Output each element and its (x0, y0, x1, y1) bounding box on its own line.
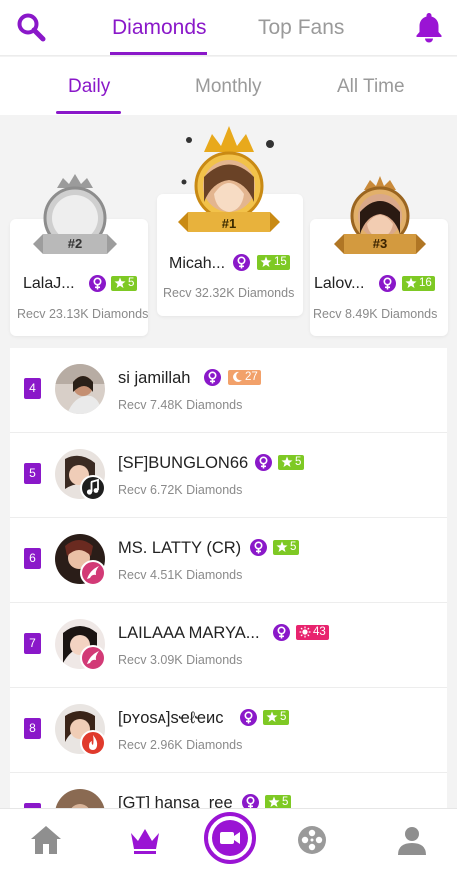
video-camera-icon (212, 820, 248, 856)
active-period-indicator (56, 111, 121, 114)
user-name: MS. LATTY (CR) (118, 539, 242, 557)
tab-daily[interactable]: Daily (68, 76, 110, 98)
list-item[interactable]: 5 [SF]BUNGLON66 5 Recv 6.72K Diamonds (10, 433, 447, 518)
silver-frame-rank-2: #2 (25, 168, 125, 260)
level-badge: 5 (263, 710, 290, 728)
star-icon (114, 277, 126, 294)
recv-text: Recv 2.96K Diamonds (118, 738, 243, 752)
list-item[interactable]: 4 si jamillah 27 Recv 7.48K Diamonds (10, 348, 447, 433)
star-icon (260, 256, 272, 273)
bronze-frame-rank-3: #3 (330, 172, 430, 260)
female-icon (379, 275, 396, 292)
female-icon (89, 275, 106, 292)
list-item[interactable]: 6 MS. LATTY (CR) 5 Recv 4.51K Diamonds (10, 518, 447, 603)
sun-icon (299, 626, 311, 643)
recv-text: Recv 7.48K Diamonds (118, 398, 243, 412)
recv-text: Recv 4.51K Diamonds (118, 568, 243, 582)
film-reel-icon[interactable] (295, 823, 329, 857)
user-name: [ᴅʏᴏsᴀ]sҽℓҽиϲ (118, 709, 224, 727)
level-badge: 16 (402, 276, 435, 291)
list-item[interactable]: 8 [ᴅʏᴏsᴀ]sҽℓҽиϲ 5 Recv 2.96K Diamonds (10, 688, 447, 773)
level-badge: 5 (111, 276, 138, 294)
level-badge: 27 (228, 370, 261, 385)
rank-number: 6 (24, 548, 41, 569)
star-icon (266, 711, 278, 728)
bottom-nav (0, 808, 457, 870)
tab-diamonds[interactable]: Diamonds (112, 16, 207, 40)
go-live-button[interactable] (204, 812, 256, 864)
female-icon (233, 254, 250, 271)
rank-number: 4 (24, 378, 41, 399)
user-name: LAILAAA MARYA... (118, 624, 260, 642)
level-badge: 43 (296, 625, 329, 640)
tab-all-time[interactable]: All Time (337, 76, 405, 98)
level-badge: 5 (273, 540, 300, 558)
podium-name: Micah... (169, 255, 226, 272)
music-note-icon (80, 475, 106, 501)
moon-icon (231, 371, 243, 388)
period-tabs: Daily Monthly All Time (0, 57, 457, 115)
star-icon (281, 456, 293, 473)
star-icon (276, 541, 288, 558)
recv-text: Recv 3.09K Diamonds (118, 653, 243, 667)
person-icon[interactable] (395, 823, 429, 857)
female-icon (250, 539, 267, 556)
female-icon (255, 454, 272, 471)
rank-number: 7 (24, 633, 41, 654)
user-name: [SF]BUNGLON66 (118, 454, 249, 472)
level-badge: 15 (257, 255, 290, 270)
tab-top-fans[interactable]: Top Fans (258, 16, 344, 40)
female-icon (240, 709, 257, 726)
user-name: si jamillah (118, 369, 191, 387)
rank-3-label: #3 (372, 236, 388, 251)
female-icon (204, 369, 221, 386)
female-icon (273, 624, 290, 641)
recv-text: Recv 6.72K Diamonds (118, 483, 243, 497)
top-bar: Diamonds Top Fans (0, 0, 457, 56)
active-tab-indicator (110, 52, 207, 55)
star-icon (405, 277, 417, 294)
flame-icon (80, 730, 106, 756)
podium-recv: Recv 23.13K Diamonds (17, 307, 149, 321)
level-badge: 5 (278, 455, 305, 473)
podium-name: LalaJ... (23, 275, 75, 292)
podium-recv: Recv 8.49K Diamonds (313, 307, 438, 321)
phoenix-icon (80, 560, 106, 586)
list-item[interactable]: 7 LAILAAA MARYA... 43 Recv 3.09K Diamond… (10, 603, 447, 688)
gold-frame-rank-1: #1 (174, 122, 284, 240)
crown-icon[interactable] (128, 823, 162, 857)
phoenix-icon (80, 645, 106, 671)
tab-monthly[interactable]: Monthly (195, 76, 262, 98)
rank-1-label: #1 (221, 216, 237, 231)
podium-name: Lalov... (314, 275, 365, 292)
rank-number: 8 (24, 718, 41, 739)
home-icon[interactable] (29, 823, 63, 857)
podium-recv: Recv 32.32K Diamonds (163, 286, 295, 300)
avatar (55, 364, 105, 414)
search-icon[interactable] (14, 10, 48, 44)
bell-icon[interactable] (412, 10, 446, 44)
rank-number: 5 (24, 463, 41, 484)
rank-2-label: #2 (67, 236, 83, 251)
